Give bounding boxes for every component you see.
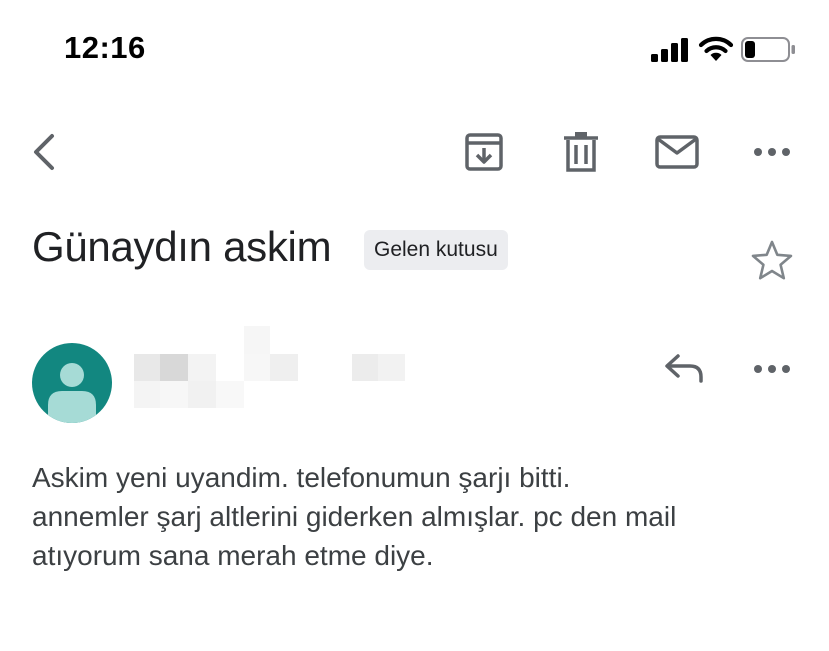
cellular-signal-icon xyxy=(651,38,688,62)
inbox-label-chip[interactable]: Gelen kutusu xyxy=(364,230,508,270)
more-options-icon[interactable] xyxy=(752,144,792,160)
email-body-line: annemler şarj altlerini giderken almışla… xyxy=(32,501,677,532)
status-bar-time: 12:16 xyxy=(64,30,146,65)
message-more-icon[interactable] xyxy=(752,361,792,377)
sender-name-redacted xyxy=(134,326,405,408)
email-body-line: atıyorum sana merah etme diye. xyxy=(32,540,434,571)
star-outline-icon[interactable] xyxy=(750,239,794,281)
battery-icon xyxy=(741,37,795,62)
email-body: Askim yeni uyandim. telefonumun şarjı bi… xyxy=(32,458,802,575)
person-avatar-icon xyxy=(48,363,96,423)
trash-icon[interactable] xyxy=(562,131,600,173)
email-subject: Günaydın askim xyxy=(32,223,332,270)
back-chevron-icon[interactable] xyxy=(28,130,60,174)
archive-icon[interactable] xyxy=(463,132,505,172)
sender-avatar[interactable] xyxy=(32,343,112,423)
mail-icon[interactable] xyxy=(654,134,700,170)
wifi-icon xyxy=(698,36,734,61)
email-body-line: Askim yeni uyandim. telefonumun şarjı bi… xyxy=(32,462,571,493)
reply-icon[interactable] xyxy=(662,350,706,386)
